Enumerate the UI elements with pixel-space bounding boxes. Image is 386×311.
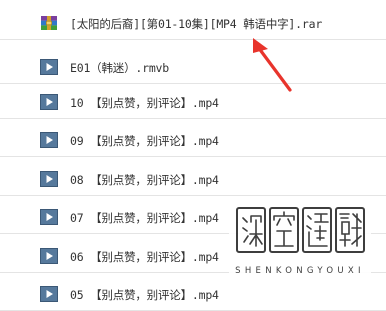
watermark: SHENKONGYOUXI bbox=[229, 196, 371, 286]
file-name: 10 【别点赞，别评论】.mp4 bbox=[70, 96, 219, 110]
file-name: 08 【别点赞，别评论】.mp4 bbox=[70, 173, 219, 187]
video-file-icon bbox=[40, 59, 58, 75]
video-file-icon bbox=[40, 132, 58, 148]
rar-archive-icon bbox=[41, 16, 57, 30]
file-row-mp4[interactable]: 08 【别点赞，别评论】.mp4 bbox=[0, 165, 386, 196]
watermark-logo bbox=[236, 207, 365, 253]
file-row-rar[interactable]: [太阳的后裔][第01-10集][MP4 韩语中字].rar bbox=[0, 9, 386, 40]
file-name: 06 【别点赞，别评论】.mp4 bbox=[70, 250, 219, 264]
watermark-text: SHENKONGYOUXI bbox=[235, 266, 365, 276]
video-file-icon bbox=[40, 286, 58, 302]
file-name: 07 【别点赞，别评论】.mp4 bbox=[70, 211, 219, 225]
file-row-rmvb[interactable]: E01（韩迷）.rmvb bbox=[0, 53, 386, 84]
file-name: [太阳的后裔][第01-10集][MP4 韩语中字].rar bbox=[70, 17, 323, 31]
file-row-mp4[interactable]: 10 【别点赞，别评论】.mp4 bbox=[0, 88, 386, 119]
video-file-icon bbox=[40, 248, 58, 264]
video-file-icon bbox=[40, 209, 58, 225]
file-row-mp4[interactable]: 09 【别点赞，别评论】.mp4 bbox=[0, 126, 386, 157]
video-file-icon bbox=[40, 171, 58, 187]
file-name: 09 【别点赞，别评论】.mp4 bbox=[70, 134, 219, 148]
video-file-icon bbox=[40, 94, 58, 110]
file-name: E01（韩迷）.rmvb bbox=[70, 61, 169, 75]
file-name: 05 【别点赞，别评论】.mp4 bbox=[70, 288, 219, 302]
